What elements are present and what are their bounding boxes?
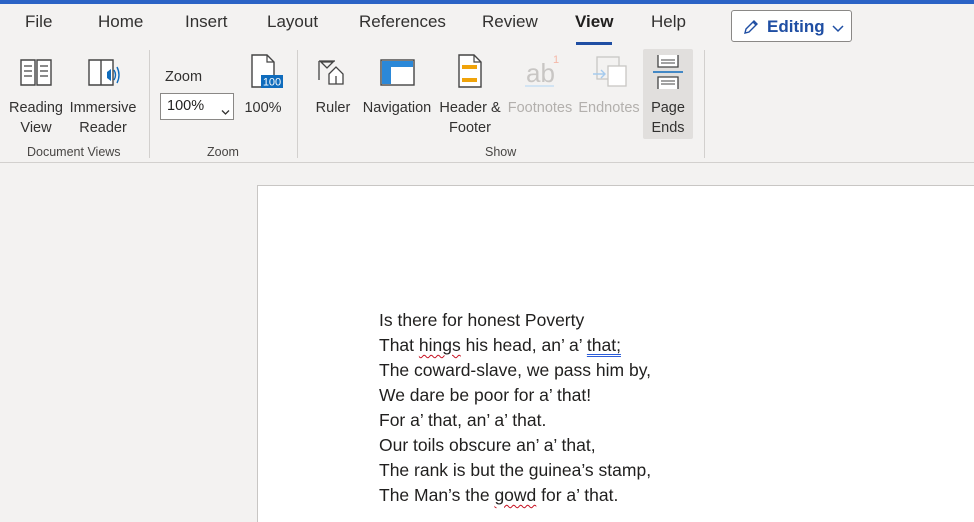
zoom-label: Zoom — [165, 69, 203, 85]
page-ends-label-2: Ends — [651, 120, 685, 136]
grammar-suggestion-word: that; — [586, 335, 621, 355]
immersive-reader-label-2: Reader — [79, 120, 127, 136]
tab-review[interactable]: Review — [482, 12, 538, 32]
ribbon-tabs: File Home Insert Layout References Revie… — [0, 4, 974, 46]
poem-text[interactable]: Is there for honest Poverty That hings hi… — [379, 308, 651, 508]
poem-text-segment: his head, an’ a’ — [460, 335, 587, 355]
poem-line: Our toils obscure an’ a’ that, — [379, 433, 651, 458]
page-ends-icon — [643, 52, 693, 98]
poem-text-segment: The coward-slave, we pass him by, — [379, 360, 652, 380]
document-page[interactable]: Is there for honest Poverty That hings hi… — [257, 185, 974, 522]
tab-view[interactable]: View — [575, 12, 613, 32]
poem-text-segment: Is there for honest Poverty — [379, 310, 585, 330]
poem-text-segment: That — [379, 335, 419, 355]
pencil-icon — [742, 18, 760, 41]
immersive-reader-button[interactable]: Immersive Reader — [66, 52, 140, 138]
page-ends-label-1: Page — [651, 100, 685, 116]
poem-line: For a’ that, an’ a’ that. — [379, 408, 651, 433]
ruler-icon — [309, 52, 357, 98]
editing-label: Editing — [767, 17, 825, 36]
group-label-show: Show — [485, 145, 517, 159]
tab-file[interactable]: File — [25, 12, 52, 32]
reading-view-label-1: Reading — [8, 100, 63, 116]
header-footer-toggle[interactable]: Header & Footer — [436, 52, 504, 138]
poem-line: The Man’s the gowd for a’ that. — [379, 483, 651, 508]
tab-layout[interactable]: Layout — [267, 12, 318, 32]
group-divider — [704, 50, 705, 158]
navigation-label: Navigation — [362, 100, 432, 116]
zoom-level-select[interactable]: 100% — [160, 93, 234, 120]
spelling-error-word: hings — [418, 335, 461, 355]
zoom-badge-text: 100 — [263, 77, 281, 89]
ruler-label: Ruler — [315, 100, 351, 116]
endnotes-toggle[interactable]: Endnotes — [576, 52, 642, 118]
header-footer-icon — [436, 52, 504, 98]
poem-line: That hings his head, an’ a’ that; — [379, 333, 651, 358]
endnotes-label: Endnotes — [578, 100, 640, 116]
zoom-100-button[interactable]: 100 100% — [240, 52, 286, 118]
endnotes-icon — [576, 52, 642, 98]
poem-line: We dare be poor for a’ that! — [379, 383, 651, 408]
group-label-document-views: Document Views — [27, 145, 121, 159]
svg-text:ab: ab — [526, 58, 555, 88]
document-canvas: Is there for honest Poverty That hings hi… — [0, 163, 974, 522]
group-divider — [297, 50, 298, 158]
poem-text-segment: The Man’s the — [379, 485, 495, 505]
immersive-reader-label-1: Immersive — [69, 100, 137, 116]
chevron-down-icon — [221, 103, 230, 121]
page-zoom-icon: 100 — [240, 52, 286, 98]
page-ends-toggle[interactable]: Page Ends — [643, 52, 693, 138]
poem-line: The coward-slave, we pass him by, — [379, 358, 651, 383]
tab-home[interactable]: Home — [98, 12, 143, 32]
navigation-pane-icon — [359, 52, 435, 98]
chevron-down-icon — [832, 20, 844, 38]
immersive-reader-icon — [66, 52, 140, 98]
navigation-toggle[interactable]: Navigation — [359, 52, 435, 118]
footnotes-toggle[interactable]: ab 1 Footnotes — [505, 52, 575, 118]
ribbon: Reading View Immersive Reader Document V… — [0, 46, 974, 163]
book-icon — [6, 52, 66, 98]
editing-mode-button[interactable]: Editing — [731, 10, 852, 42]
poem-line: Is there for honest Poverty — [379, 308, 651, 333]
tab-references[interactable]: References — [359, 12, 446, 32]
spelling-error-word: gowd — [494, 485, 537, 505]
reading-view-button[interactable]: Reading View — [6, 52, 66, 138]
poem-text-segment: for a’ that. — [536, 485, 619, 505]
zoom-100-label: 100% — [244, 100, 282, 116]
poem-text-segment: We dare be poor for a’ that! — [379, 385, 592, 405]
header-footer-label-2: Footer — [449, 120, 491, 136]
poem-text-segment: Our toils obscure an’ a’ that, — [379, 435, 596, 455]
header-footer-label-1: Header & — [439, 100, 501, 116]
footnotes-icon: ab 1 — [505, 52, 575, 98]
poem-text-segment: The rank is but the guinea’s stamp, — [379, 460, 652, 480]
tab-insert[interactable]: Insert — [185, 12, 228, 32]
svg-text:1: 1 — [553, 54, 559, 66]
group-divider — [149, 50, 150, 158]
ruler-toggle[interactable]: Ruler — [309, 52, 357, 118]
active-tab-indicator — [576, 42, 612, 45]
poem-line: The rank is but the guinea’s stamp, — [379, 458, 651, 483]
poem-text-segment: For a’ that, an’ a’ that. — [379, 410, 547, 430]
zoom-select-value: 100% — [167, 98, 205, 114]
group-label-zoom: Zoom — [207, 145, 239, 159]
footnotes-label: Footnotes — [507, 100, 573, 116]
reading-view-label-2: View — [20, 120, 52, 136]
tab-help[interactable]: Help — [651, 12, 686, 32]
